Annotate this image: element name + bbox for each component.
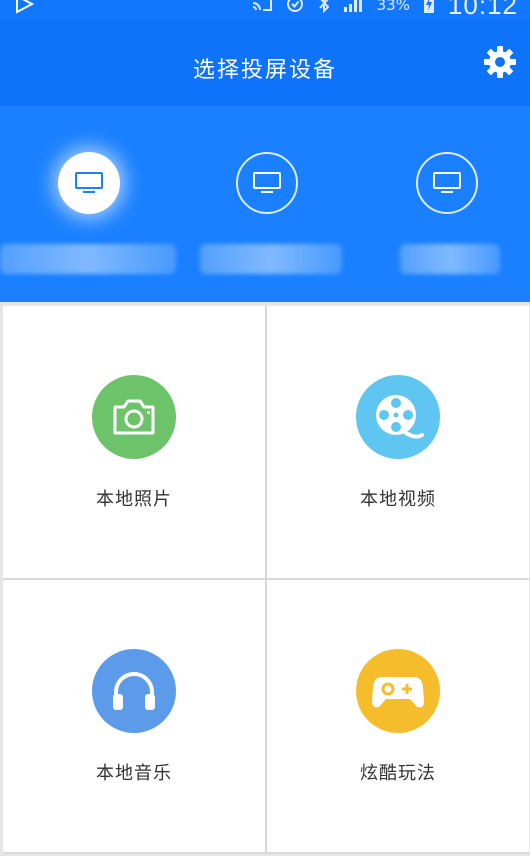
monitor-icon (75, 172, 103, 193)
device-2-icon-circle (236, 152, 298, 214)
cool-play-label: 炫酷玩法 (360, 763, 436, 784)
gamepad-icon (356, 649, 440, 733)
device-1-icon-circle (58, 152, 120, 214)
battery-percent: 33% (376, 0, 410, 14)
cast-icon (251, 0, 273, 16)
device-1-name (0, 244, 176, 274)
cool-play-tile[interactable]: 炫酷玩法 (267, 580, 529, 852)
camera-icon (92, 375, 176, 459)
status-bar: 33% 10:12 (0, 0, 530, 20)
clock: 10:12 (447, 0, 518, 20)
device-3-name (400, 244, 500, 274)
title-bar: 选择投屏设备 (0, 20, 530, 106)
film-reel-icon (356, 375, 440, 459)
page-title: 选择投屏设备 (192, 58, 337, 83)
device-2-name (200, 244, 342, 274)
local-videos-tile[interactable]: 本地视频 (267, 306, 529, 578)
local-photos-label: 本地照片 (96, 489, 172, 510)
status-icons: 33% 10:12 (251, 0, 518, 20)
device-item-2[interactable] (180, 106, 356, 302)
signal-icon (343, 0, 365, 16)
local-music-tile[interactable]: 本地音乐 (3, 580, 265, 852)
device-item-3[interactable] (356, 106, 530, 302)
headphones-icon (92, 649, 176, 733)
device-item-1[interactable] (0, 106, 176, 302)
battery-charging-icon (422, 0, 436, 18)
device-list (0, 106, 530, 302)
monitor-icon (433, 172, 461, 193)
device-3-icon-circle (416, 152, 478, 214)
bluetooth-icon (317, 0, 331, 17)
local-photos-tile[interactable]: 本地照片 (3, 306, 265, 578)
feature-grid: 本地照片 本地视频 本地音乐 炫酷玩法 (3, 306, 529, 854)
alarm-icon (285, 0, 305, 17)
local-videos-label: 本地视频 (360, 489, 436, 510)
local-music-label: 本地音乐 (96, 763, 172, 784)
monitor-icon (253, 172, 281, 193)
settings-gear-icon[interactable] (482, 44, 518, 80)
